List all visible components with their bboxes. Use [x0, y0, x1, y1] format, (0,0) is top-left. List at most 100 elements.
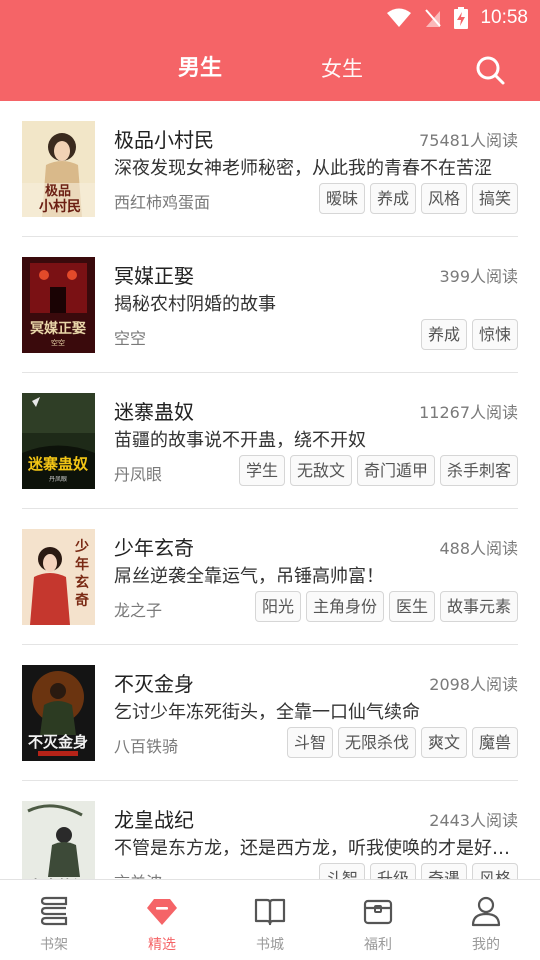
tag[interactable]: 暧昧	[318, 183, 365, 214]
tab-female[interactable]: 女生	[302, 52, 382, 86]
tag[interactable]: 搞笑	[471, 183, 518, 214]
book-cover: 少 年 玄 奇	[22, 529, 95, 625]
book-author: 八百铁骑	[114, 737, 179, 756]
book-item[interactable]: 迷寨蛊奴 丹凤眼 迷寨蛊奴 11267人阅读 苗疆的故事说不开蛊，绕不开奴 丹凤…	[0, 373, 540, 509]
tag[interactable]: 魔兽	[471, 727, 518, 758]
book-title: 不灭金身	[114, 672, 194, 696]
book-cover: 龙皇战纪	[22, 801, 95, 879]
nav-featured[interactable]: 精选	[108, 880, 216, 960]
tag-list: 阳光 主角身份 医生 故事元素	[254, 591, 518, 622]
book-author: 龙之子	[114, 601, 163, 620]
search-button[interactable]	[472, 52, 508, 88]
book-description: 深夜发现女神老师秘密，从此我的青春不在苦涩	[114, 158, 492, 179]
tag[interactable]: 无限杀伐	[337, 727, 416, 758]
nav-bookshelf[interactable]: 书架	[0, 880, 108, 960]
book-title: 冥媒正娶	[114, 264, 194, 288]
book-description: 苗疆的故事说不开蛊，绕不开奴	[114, 430, 366, 451]
tag[interactable]: 养成	[369, 183, 416, 214]
tag[interactable]: 养成	[420, 319, 467, 350]
svg-text:丹凤眼: 丹凤眼	[49, 476, 67, 483]
tag[interactable]: 医生	[388, 591, 435, 622]
nav-label: 福利	[364, 937, 392, 953]
book-list[interactable]: 极品 小村民 极品小村民 75481人阅读 深夜发现女神老师秘密，从此我的青春不…	[0, 101, 540, 879]
book-description: 屌丝逆袭全靠运气，吊锤高帅富！	[114, 566, 384, 587]
tag[interactable]: 学生	[238, 455, 285, 486]
tag-list: 养成 惊悚	[420, 319, 518, 350]
nav-bookstore[interactable]: 书城	[216, 880, 324, 960]
tag[interactable]: 杀手刺客	[439, 455, 518, 486]
status-bar: 10:58	[0, 0, 540, 36]
tag[interactable]: 奇门遁甲	[356, 455, 435, 486]
tag[interactable]: 升级	[369, 863, 416, 879]
svg-text:冥媒正娶: 冥媒正娶	[30, 320, 86, 337]
tag[interactable]: 奇遇	[420, 863, 467, 879]
nav-label: 精选	[148, 937, 176, 953]
user-icon	[471, 896, 501, 927]
tag-list: 暧昧 养成 风格 搞笑	[318, 183, 518, 214]
svg-text:不灭金身: 不灭金身	[28, 733, 88, 751]
status-time: 10:58	[480, 7, 528, 28]
tag[interactable]: 无敌文	[289, 455, 352, 486]
diamond-icon	[147, 899, 177, 925]
book-item[interactable]: 少 年 玄 奇 少年玄奇 488人阅读 屌丝逆袭全靠运气，吊锤高帅富！ 龙之子 …	[0, 509, 540, 645]
book-author: 西红柿鸡蛋面	[114, 193, 211, 212]
svg-text:玄: 玄	[75, 574, 89, 591]
wifi-icon	[387, 8, 412, 27]
tag[interactable]: 爽文	[420, 727, 467, 758]
book-item[interactable]: 不灭金身 不灭金身 2098人阅读 乞讨少年冻死街头，全靠一口仙气续命 八百铁骑…	[0, 645, 540, 781]
tag[interactable]: 阳光	[254, 591, 301, 622]
book-cover: 极品 小村民	[22, 121, 95, 217]
book-description: 揭秘农村阴婚的故事	[114, 294, 276, 315]
book-title: 少年玄奇	[114, 536, 194, 560]
tag[interactable]: 斗智	[318, 863, 365, 879]
tag[interactable]: 惊悚	[471, 319, 518, 350]
book-cover: 冥媒正娶 空空	[22, 257, 95, 353]
no-signal-icon	[425, 9, 442, 27]
bottom-nav: 书架 精选 书城 福利 我的	[0, 879, 540, 960]
battery-charging-icon	[454, 7, 469, 29]
svg-text:迷寨蛊奴: 迷寨蛊奴	[27, 455, 88, 473]
reader-count: 488人阅读	[439, 539, 518, 558]
app-header: 10:58 男生 女生	[0, 0, 540, 101]
nav-label: 书架	[40, 937, 68, 953]
book-item[interactable]: 冥媒正娶 空空 冥媒正娶 399人阅读 揭秘农村阴婚的故事 空空 养成 惊悚	[0, 237, 540, 373]
book-description: 不管是东方龙，还是西方龙，听我使唤的才是好龙！	[114, 838, 520, 859]
book-title: 迷寨蛊奴	[114, 400, 194, 424]
svg-text:少: 少	[74, 538, 89, 555]
svg-text:奇: 奇	[75, 592, 89, 609]
tab-male[interactable]: 男生	[160, 52, 240, 86]
book-author: 言羊波	[114, 869, 162, 879]
book-title: 极品小村民	[114, 128, 214, 152]
tag-list: 学生 无敌文 奇门遁甲 杀手刺客	[238, 455, 518, 486]
tag[interactable]: 风格	[420, 183, 467, 214]
bookshelf-icon	[40, 896, 68, 926]
svg-text:年: 年	[75, 556, 89, 573]
open-book-icon	[254, 898, 286, 926]
search-icon	[476, 56, 505, 85]
nav-label: 我的	[472, 937, 500, 953]
gift-box-icon	[363, 899, 393, 925]
book-author: 丹凤眼	[114, 465, 163, 484]
nav-label: 书城	[256, 937, 284, 953]
book-description: 乞讨少年冻死街头，全靠一口仙气续命	[114, 702, 420, 723]
tag[interactable]: 故事元素	[439, 591, 518, 622]
book-author: 空空	[114, 329, 147, 348]
svg-text:小村民: 小村民	[39, 198, 81, 215]
tag[interactable]: 风格	[471, 863, 518, 879]
svg-text:空空: 空空	[51, 338, 65, 347]
tag[interactable]: 斗智	[286, 727, 333, 758]
nav-welfare[interactable]: 福利	[324, 880, 432, 960]
reader-count: 75481人阅读	[419, 131, 518, 150]
book-cover: 迷寨蛊奴 丹凤眼	[22, 393, 95, 489]
reader-count: 2443人阅读	[429, 811, 518, 830]
tag-list: 斗智 无限杀伐 爽文 魔兽	[286, 727, 518, 758]
nav-profile[interactable]: 我的	[432, 880, 540, 960]
tag-list: 斗智 升级 奇遇 风格	[318, 863, 518, 879]
reader-count: 11267人阅读	[419, 403, 518, 422]
book-item[interactable]: 龙皇战纪 龙皇战纪 2443人阅读 不管是东方龙，还是西方龙，听我使唤的才是好龙…	[0, 781, 540, 879]
svg-text:极品: 极品	[45, 183, 71, 199]
book-cover: 不灭金身	[22, 665, 95, 761]
tag[interactable]: 主角身份	[305, 591, 384, 622]
reader-count: 2098人阅读	[429, 675, 518, 694]
book-item[interactable]: 极品 小村民 极品小村民 75481人阅读 深夜发现女神老师秘密，从此我的青春不…	[0, 101, 540, 237]
